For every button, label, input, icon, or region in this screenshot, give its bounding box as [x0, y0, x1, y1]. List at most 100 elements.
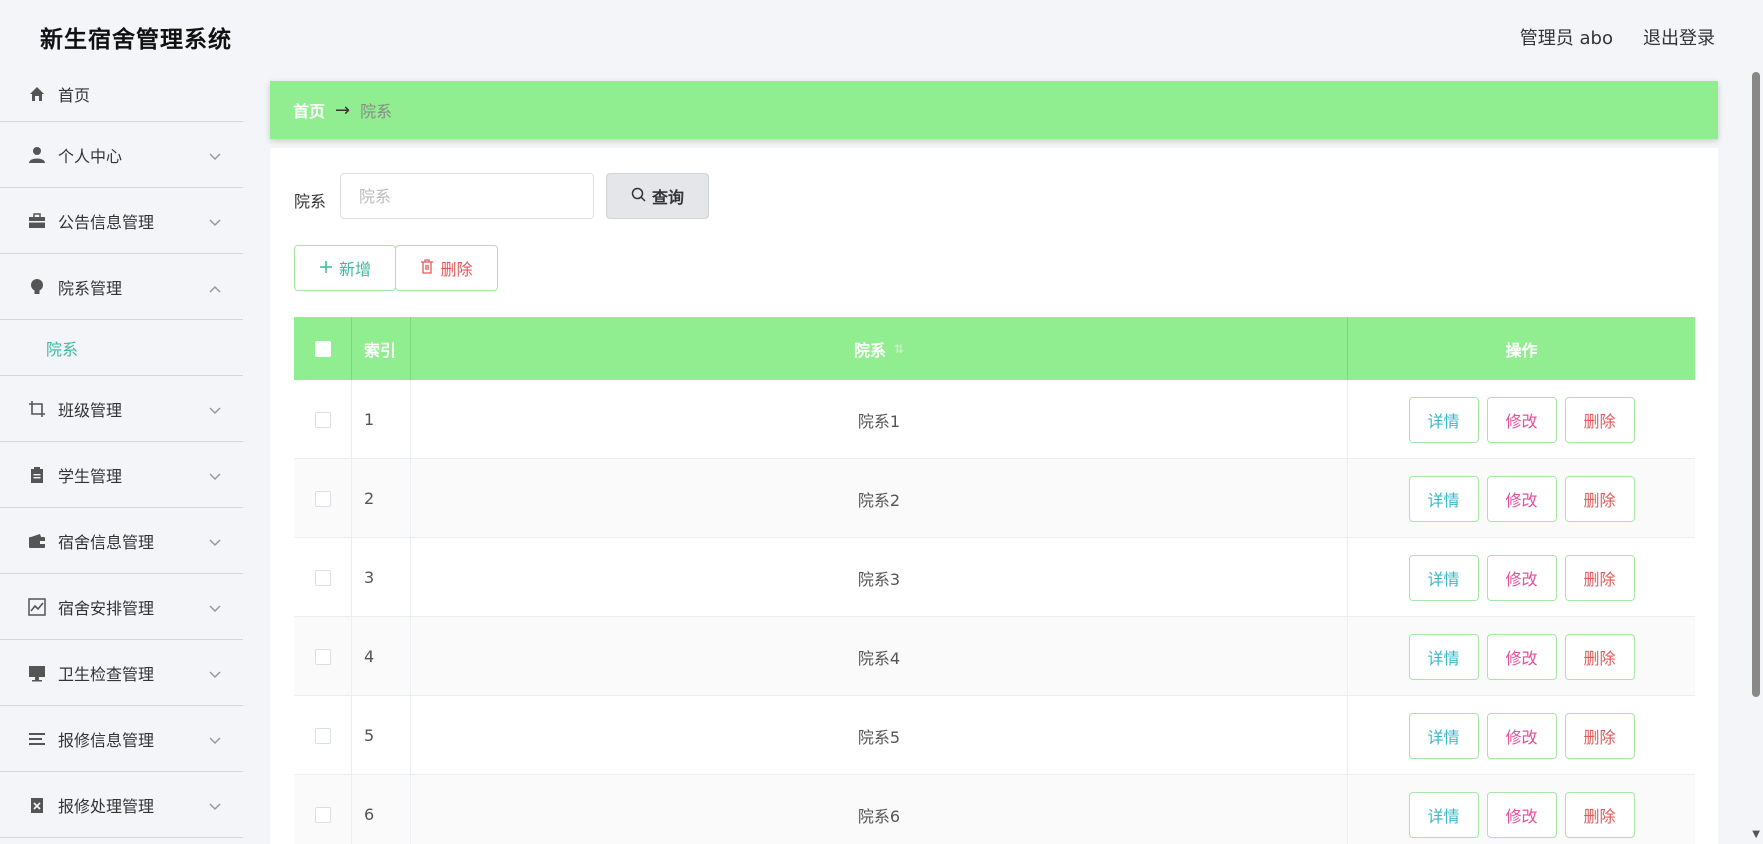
table-row: 4 院系4 详情 修改 删除	[294, 617, 1695, 696]
edit-button[interactable]: 修改	[1486, 396, 1557, 443]
add-button[interactable]: 新增	[294, 245, 396, 291]
row-ops: 详情 修改 删除	[1348, 380, 1695, 459]
chevron-down-icon	[209, 796, 221, 815]
sidebar-item-label: 宿舍信息管理	[58, 532, 155, 552]
sidebar-item-home[interactable]: 首页	[0, 66, 243, 122]
detail-button[interactable]: 详情	[1408, 791, 1479, 838]
search-label: 院系	[294, 192, 327, 211]
row-checkbox[interactable]	[314, 490, 331, 507]
chevron-up-icon	[209, 278, 221, 297]
row-delete-button[interactable]: 删除	[1564, 633, 1635, 680]
row-name: 院系2	[411, 459, 1348, 538]
sidebar-item-student[interactable]: 学生管理	[0, 442, 243, 508]
row-ops: 详情 修改 删除	[1348, 696, 1695, 775]
row-index: 2	[352, 459, 411, 538]
delete-button-label: 删除	[440, 260, 473, 279]
bulb-icon	[28, 278, 46, 296]
detail-button[interactable]: 详情	[1408, 475, 1479, 522]
header-ops: 操作	[1505, 340, 1538, 360]
monitor-icon	[28, 664, 46, 682]
chevron-down-icon	[209, 664, 221, 683]
sidebar-item-label: 班级管理	[58, 400, 123, 420]
table-row: 5 院系5 详情 修改 删除	[294, 696, 1695, 775]
detail-button[interactable]: 详情	[1408, 554, 1479, 601]
sidebar-item-department[interactable]: 院系管理	[0, 254, 243, 320]
app-title: 新生宿舍管理系统	[40, 27, 232, 53]
sidebar-item-profile[interactable]: 个人中心	[0, 122, 243, 188]
edit-button[interactable]: 修改	[1486, 633, 1557, 680]
edit-button[interactable]: 修改	[1486, 791, 1557, 838]
row-name: 院系6	[411, 775, 1348, 844]
table-row: 3 院系3 详情 修改 删除	[294, 538, 1695, 617]
user-label: 管理员 abo	[1519, 28, 1613, 49]
row-name: 院系3	[411, 538, 1348, 617]
row-name: 院系5	[411, 696, 1348, 775]
row-checkbox[interactable]	[314, 727, 331, 744]
row-checkbox[interactable]	[314, 648, 331, 665]
sidebar-item-hygiene[interactable]: 卫生检查管理	[0, 640, 243, 706]
header-name-label: 院系	[853, 340, 886, 360]
edit-button[interactable]: 修改	[1486, 554, 1557, 601]
row-select-cell	[294, 775, 352, 844]
query-button[interactable]: 查询	[606, 173, 709, 219]
row-delete-button[interactable]: 删除	[1564, 791, 1635, 838]
edit-button[interactable]: 修改	[1486, 712, 1557, 759]
edit-button[interactable]: 修改	[1486, 475, 1557, 522]
sidebar-item-repair-info[interactable]: 报修信息管理	[0, 706, 243, 772]
clipboard-icon	[28, 466, 46, 484]
row-ops: 详情 修改 删除	[1348, 459, 1695, 538]
row-delete-button[interactable]: 删除	[1564, 554, 1635, 601]
scroll-down-arrow-icon[interactable]: ▼	[1752, 829, 1760, 840]
sidebar-item-dorm-arrange[interactable]: 宿舍安排管理	[0, 574, 243, 640]
sort-icon[interactable]: ⇅	[894, 342, 904, 356]
briefcase-icon	[28, 212, 46, 230]
query-button-label: 查询	[651, 188, 684, 207]
table-row: 6 院系6 详情 修改 删除	[294, 775, 1695, 844]
home-icon	[28, 85, 46, 103]
row-checkbox[interactable]	[314, 806, 331, 823]
row-select-cell	[294, 696, 352, 775]
table-row: 1 院系1 详情 修改 删除	[294, 380, 1695, 459]
wallet-icon	[28, 532, 46, 550]
row-name: 院系1	[411, 380, 1348, 459]
header-index: 索引	[352, 317, 411, 380]
select-all-checkbox[interactable]	[314, 340, 331, 357]
sidebar-item-class[interactable]: 班级管理	[0, 376, 243, 442]
breadcrumb-home[interactable]: 首页	[293, 98, 325, 122]
row-delete-button[interactable]: 删除	[1564, 475, 1635, 522]
sidebar-subitem-department[interactable]: 院系	[0, 320, 243, 376]
header-name[interactable]: 院系 ⇅	[411, 317, 1348, 380]
scroll-thumb[interactable]	[1752, 72, 1760, 697]
row-checkbox[interactable]	[314, 569, 331, 586]
top-header: 新生宿舍管理系统 管理员 abo 退出登录	[0, 0, 1763, 70]
row-index: 5	[352, 696, 411, 775]
detail-button[interactable]: 详情	[1408, 633, 1479, 680]
sidebar-item-notice[interactable]: 公告信息管理	[0, 188, 243, 254]
detail-button[interactable]: 详情	[1408, 396, 1479, 443]
chevron-down-icon	[209, 212, 221, 231]
main-panel: 院系 查询 新增 删除 索引 院系 ⇅ 操作	[270, 148, 1718, 844]
search-input[interactable]	[340, 173, 594, 219]
row-delete-button[interactable]: 删除	[1564, 396, 1635, 443]
row-index: 4	[352, 617, 411, 696]
crop-icon	[28, 400, 46, 418]
sidebar-item-label: 院系管理	[58, 278, 123, 298]
chevron-down-icon	[209, 730, 221, 749]
detail-button[interactable]: 详情	[1408, 712, 1479, 759]
row-ops: 详情 修改 删除	[1348, 538, 1695, 617]
row-index: 6	[352, 775, 411, 844]
logout-link[interactable]: 退出登录	[1643, 24, 1715, 50]
sidebar-item-repair-handle[interactable]: 报修处理管理	[0, 772, 243, 838]
page-scrollbar[interactable]: ▼	[1749, 66, 1763, 844]
delete-button[interactable]: 删除	[395, 245, 498, 291]
chevron-down-icon	[209, 598, 221, 617]
chevron-down-icon	[209, 400, 221, 419]
sidebar-item-dorm-info[interactable]: 宿舍信息管理	[0, 508, 243, 574]
department-table: 索引 院系 ⇅ 操作 1 院系1 详情 修改 删除 2 院系2 详情 修改 删除…	[294, 317, 1695, 844]
row-delete-button[interactable]: 删除	[1564, 712, 1635, 759]
row-index: 1	[352, 380, 411, 459]
add-button-label: 新增	[338, 260, 371, 279]
row-checkbox[interactable]	[314, 411, 331, 428]
row-name: 院系4	[411, 617, 1348, 696]
breadcrumb: 首页 → 院系	[270, 81, 1718, 139]
